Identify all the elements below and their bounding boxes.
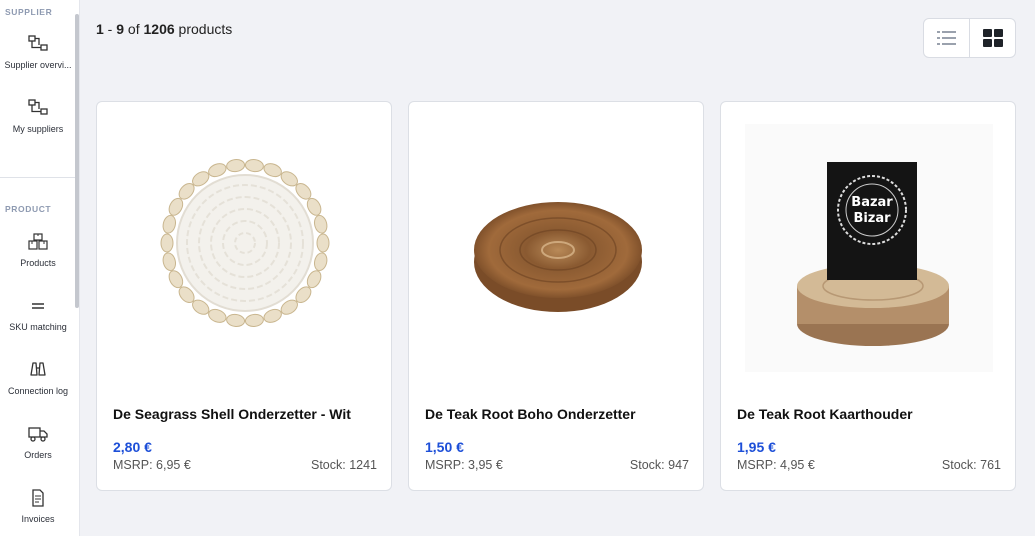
equals-icon	[32, 303, 44, 309]
sidebar-item-label: My suppliers	[12, 124, 64, 134]
product-title[interactable]: De Seagrass Shell Onderzetter - Wit	[113, 406, 381, 422]
product-price: 2,80 €	[113, 439, 152, 455]
sidebar-item-sku-matching[interactable]: SKU matching	[0, 296, 76, 348]
grid-view-icon	[982, 29, 1003, 47]
grid-view-button[interactable]	[969, 19, 1015, 57]
product-stock: Stock: 947	[629, 458, 689, 472]
list-view-button[interactable]	[924, 19, 969, 57]
sidebar-item-orders[interactable]: Orders	[0, 424, 76, 476]
product-msrp: MSRP: 6,95 €	[113, 458, 191, 472]
product-card[interactable]: De Seagrass Shell Onderzetter - Wit 2,80…	[96, 101, 392, 491]
hierarchy-icon	[28, 99, 48, 115]
svg-text:Bazar: Bazar	[851, 195, 893, 210]
list-view-icon	[936, 31, 956, 45]
sidebar-item-my-suppliers[interactable]: My suppliers	[0, 98, 76, 150]
seagrass-shell-coaster-image	[160, 159, 330, 327]
truck-icon	[28, 427, 48, 442]
sidebar: SUPPLIER Supplier overvi... My suppliers…	[0, 0, 80, 536]
svg-text:Bizar: Bizar	[853, 211, 891, 226]
hierarchy-icon	[28, 35, 48, 51]
binoculars-icon	[30, 362, 46, 376]
product-price: 1,50 €	[425, 439, 464, 455]
sidebar-item-label: Connection log	[7, 386, 69, 396]
sidebar-item-label: SKU matching	[9, 322, 67, 332]
sidebar-item-label: Orders	[24, 450, 52, 460]
product-msrp: MSRP: 3,95 €	[425, 458, 503, 472]
results-count: 1 - 9 of 1206 products	[96, 21, 233, 37]
view-toggle	[923, 18, 1016, 58]
boxes-icon	[28, 233, 48, 250]
product-card[interactable]: Bazar Bizar De Teak Root Kaarthouder 1,95…	[720, 101, 1016, 491]
product-section-label: PRODUCT	[5, 204, 52, 214]
sidebar-item-products[interactable]: Products	[0, 232, 76, 284]
sidebar-divider	[0, 177, 76, 178]
sidebar-item-label: Supplier overvi...	[4, 60, 72, 70]
sidebar-item-connection-log[interactable]: Connection log	[0, 360, 76, 412]
teak-root-card-holder-image: BazarBizar	[745, 124, 993, 372]
document-icon	[32, 489, 44, 507]
sidebar-scrollbar[interactable]	[75, 14, 79, 308]
supplier-section-label: SUPPLIER	[5, 7, 53, 17]
product-title[interactable]: De Teak Root Kaarthouder	[737, 406, 1005, 422]
product-card[interactable]: De Teak Root Boho Onderzetter 1,50 € MSR…	[408, 101, 704, 491]
sidebar-item-invoices[interactable]: Invoices	[0, 488, 76, 536]
sidebar-item-supplier-overview[interactable]: Supplier overvi...	[0, 34, 76, 86]
bazar-bizar-logo: BazarBizar	[851, 195, 893, 226]
sidebar-item-label: Invoices	[21, 514, 55, 524]
product-title[interactable]: De Teak Root Boho Onderzetter	[425, 406, 693, 422]
teak-root-coaster-image	[474, 202, 642, 312]
product-stock: Stock: 761	[941, 458, 1001, 472]
product-price: 1,95 €	[737, 439, 776, 455]
product-msrp: MSRP: 4,95 €	[737, 458, 815, 472]
sidebar-item-label: Products	[20, 258, 56, 268]
product-stock: Stock: 1241	[310, 458, 377, 472]
